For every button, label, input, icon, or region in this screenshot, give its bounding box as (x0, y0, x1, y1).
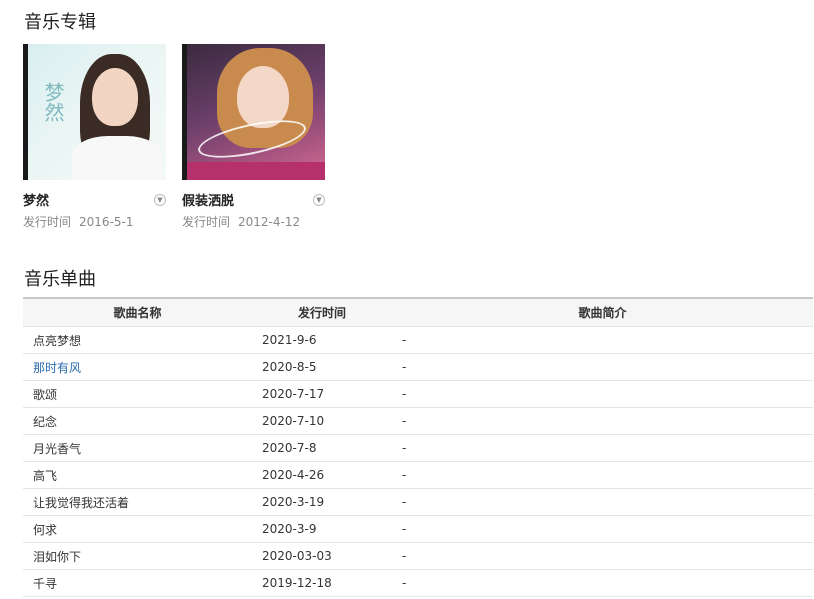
song-description: - (402, 387, 407, 401)
song-release-date: 2020-3-19 (262, 495, 325, 509)
song-name: 点亮梦想 (33, 333, 82, 348)
release-date-value: 2016-5-1 (79, 215, 134, 229)
song-release-date: 2020-03-03 (262, 549, 332, 563)
song-description: - (402, 522, 407, 536)
table-row: 那时有风 2020-8-5 - (23, 354, 813, 381)
song-release-date: 2020-7-10 (262, 414, 325, 428)
column-header-release-date: 发行时间 (297, 306, 346, 320)
song-name: 让我觉得我还活着 (33, 495, 130, 510)
column-header-song-name: 歌曲名称 (113, 306, 162, 320)
table-row: 何求 2020-3-9 - (23, 516, 813, 543)
table-row: 高飞 2020-4-26 - (23, 462, 813, 489)
song-description: - (402, 495, 407, 509)
song-description: - (402, 333, 407, 347)
table-row: 点亮梦想 2021-9-6 - (23, 327, 813, 354)
singles-table: 歌曲名称 发行时间 歌曲简介 点亮梦想 2021-9-6 - 那时有风 2020-8-5… (23, 297, 813, 597)
song-name: 泪如你下 (33, 549, 82, 564)
album-card[interactable]: 假装洒脱 ▼ 发行时间 2012-4-12 (182, 44, 325, 230)
song-description: - (402, 576, 407, 590)
table-row: 月光香气 2020-7-8 - (23, 435, 813, 462)
song-release-date: 2019-12-18 (262, 576, 332, 590)
song-release-date: 2020-4-26 (262, 468, 325, 482)
table-row: 让我觉得我还活着 2020-3-19 - (23, 489, 813, 516)
chevron-down-icon[interactable]: ▼ (154, 193, 166, 206)
song-name: 纪念 (33, 414, 58, 429)
song-name: 月光香气 (33, 441, 82, 456)
song-release-date: 2020-8-5 (262, 360, 317, 374)
song-description: - (402, 360, 407, 374)
album-cover-image[interactable] (182, 44, 325, 180)
table-row: 歌颂 2020-7-17 - (23, 381, 813, 408)
albums-section-title: 音乐专辑 (24, 12, 96, 33)
table-row: 纪念 2020-7-10 - (23, 408, 813, 435)
song-release-date: 2020-7-8 (262, 441, 317, 455)
release-date-value: 2012-4-12 (238, 215, 301, 229)
album-name[interactable]: 梦然 (23, 190, 49, 209)
table-row: 泪如你下 2020-03-03 - (23, 543, 813, 570)
song-description: - (402, 441, 407, 455)
song-name: 歌颂 (33, 387, 58, 402)
song-name: 高飞 (33, 468, 58, 483)
singles-section-title: 音乐单曲 (24, 269, 96, 290)
table-row: 千寻 2019-12-18 - (23, 570, 813, 597)
song-description: - (402, 468, 407, 482)
song-release-date: 2021-9-6 (262, 333, 317, 347)
album-release-date: 发行时间 2016-5-1 (23, 213, 166, 230)
chevron-down-icon[interactable]: ▼ (313, 193, 325, 206)
song-name: 千寻 (33, 576, 58, 591)
song-description: - (402, 549, 407, 563)
song-release-date: 2020-3-9 (262, 522, 317, 536)
album-card[interactable]: 梦然 梦然 ▼ 发行时间 2016-5-1 (23, 44, 166, 230)
album-name[interactable]: 假装洒脱 (182, 190, 234, 209)
release-date-label: 发行时间 (182, 215, 231, 229)
cover-title-text: 梦然 (41, 82, 65, 122)
song-release-date: 2020-7-17 (262, 387, 325, 401)
album-cover-image[interactable]: 梦然 (23, 44, 166, 180)
song-description: - (402, 414, 407, 428)
table-header-row: 歌曲名称 发行时间 歌曲简介 (23, 299, 813, 327)
album-release-date: 发行时间 2012-4-12 (182, 213, 325, 230)
release-date-label: 发行时间 (23, 215, 72, 229)
song-name[interactable]: 那时有风 (23, 359, 252, 376)
song-name: 何求 (33, 522, 58, 537)
column-header-description: 歌曲简介 (578, 306, 627, 320)
